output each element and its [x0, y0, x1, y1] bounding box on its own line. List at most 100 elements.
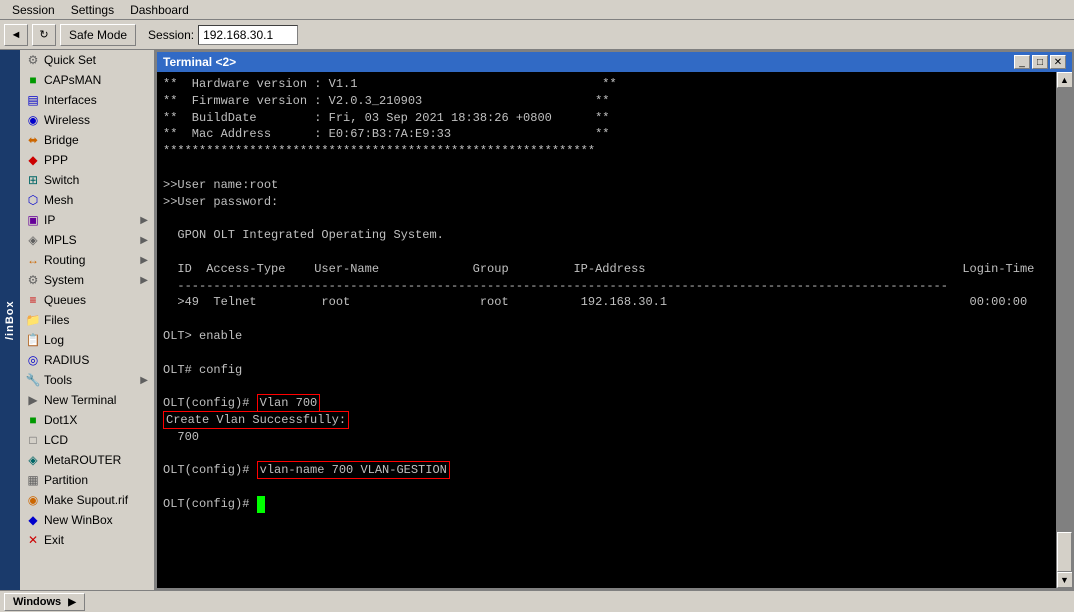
- scroll-thumb[interactable]: [1057, 532, 1072, 572]
- scroll-track[interactable]: [1057, 88, 1072, 572]
- terminal-scrollbar: ▲ ▼: [1056, 72, 1072, 588]
- sidebar-item-ip[interactable]: ▣ IP ▶: [20, 210, 154, 230]
- session-input[interactable]: [198, 25, 298, 45]
- sidebar-item-queues[interactable]: ≡ Queues: [20, 290, 154, 310]
- ip-arrow: ▶: [140, 215, 148, 226]
- make-supout-icon: ◉: [26, 493, 40, 507]
- sidebar-label: Tools: [44, 373, 72, 387]
- windows-button[interactable]: Windows ▶: [4, 593, 85, 611]
- sidebar-item-switch[interactable]: ⊞ Switch: [20, 170, 154, 190]
- sidebar-item-make-supout[interactable]: ◉ Make Supout.rif: [20, 490, 154, 510]
- terminal-line-3: ** BuildDate : Fri, 03 Sep 2021 18:38:26…: [163, 111, 609, 125]
- ppp-icon: ◆: [26, 153, 40, 167]
- sidebar-label: New Terminal: [44, 393, 116, 407]
- terminal-close-btn[interactable]: ✕: [1050, 55, 1066, 69]
- sidebar-label: CAPsMAN: [44, 73, 101, 87]
- sidebar-label: System: [44, 273, 84, 287]
- routing-icon: ↔: [26, 253, 40, 267]
- terminal-line-16: 700: [163, 430, 199, 444]
- terminal-line-15: Create Vlan Successfully:: [163, 411, 349, 429]
- terminal-maximize-btn[interactable]: □: [1032, 55, 1048, 69]
- sidebar: ⚙ Quick Set ■ CAPsMAN ▤ Interfaces ◉ Wir…: [20, 50, 155, 590]
- toolbar-back-btn[interactable]: ◄: [4, 24, 28, 46]
- scroll-up-arrow[interactable]: ▲: [1057, 72, 1073, 88]
- menu-dashboard[interactable]: Dashboard: [122, 1, 197, 19]
- terminal-line-9: ID Access-Type User-Name Group IP-Addres…: [163, 262, 1034, 276]
- sidebar-item-capsman[interactable]: ■ CAPsMAN: [20, 70, 154, 90]
- tools-icon: 🔧: [26, 373, 40, 387]
- sidebar-item-new-terminal[interactable]: ▶ New Terminal: [20, 390, 154, 410]
- mpls-icon: ◈: [26, 233, 40, 247]
- ip-icon: ▣: [26, 213, 40, 227]
- terminal-highlight-vlanname: vlan-name 700 VLAN-GESTION: [257, 461, 450, 479]
- terminal-line-1: ** Hardware version : V1.1 **: [163, 77, 617, 91]
- sidebar-item-metarouter[interactable]: ◈ MetaROUTER: [20, 450, 154, 470]
- terminal-titlebar: Terminal <2> _ □ ✕: [157, 52, 1072, 72]
- sidebar-item-log[interactable]: 📋 Log: [20, 330, 154, 350]
- sidebar-item-system[interactable]: ⚙ System ▶: [20, 270, 154, 290]
- terminal-line-18: OLT(config)#: [163, 497, 265, 511]
- sidebar-label: Routing: [44, 253, 85, 267]
- sidebar-label: New WinBox: [44, 513, 113, 527]
- sidebar-item-radius[interactable]: ◎ RADIUS: [20, 350, 154, 370]
- sidebar-label: Mesh: [44, 193, 73, 207]
- sidebar-item-mpls[interactable]: ◈ MPLS ▶: [20, 230, 154, 250]
- sidebar-item-lcd[interactable]: □ LCD: [20, 430, 154, 450]
- system-arrow: ▶: [140, 275, 148, 286]
- sidebar-item-wireless[interactable]: ◉ Wireless: [20, 110, 154, 130]
- exit-icon: ✕: [26, 533, 40, 547]
- sidebar-item-new-winbox[interactable]: ◆ New WinBox: [20, 510, 154, 530]
- session-label: Session:: [148, 28, 194, 42]
- capsman-icon: ■: [26, 73, 40, 87]
- terminal-minimize-btn[interactable]: _: [1014, 55, 1030, 69]
- main-layout: /inBox ⚙ Quick Set ■ CAPsMAN ▤ Interface…: [0, 50, 1074, 590]
- interfaces-icon: ▤: [26, 93, 40, 107]
- toolbar-refresh-btn[interactable]: ↻: [32, 24, 56, 46]
- system-icon: ⚙: [26, 273, 40, 287]
- sidebar-label: Bridge: [44, 133, 79, 147]
- terminal-cursor: [257, 496, 265, 513]
- sidebar-item-tools[interactable]: 🔧 Tools ▶: [20, 370, 154, 390]
- sidebar-label: RADIUS: [44, 353, 89, 367]
- sidebar-item-quick-set[interactable]: ⚙ Quick Set: [20, 50, 154, 70]
- sidebar-label: Switch: [44, 173, 79, 187]
- new-terminal-icon: ▶: [26, 393, 40, 407]
- queues-icon: ≡: [26, 293, 40, 307]
- terminal-body[interactable]: ** Hardware version : V1.1 ** ** Firmwar…: [157, 72, 1056, 588]
- partition-icon: ▦: [26, 473, 40, 487]
- sidebar-item-partition[interactable]: ▦ Partition: [20, 470, 154, 490]
- bridge-icon: ⬌: [26, 133, 40, 147]
- mpls-arrow: ▶: [140, 235, 148, 246]
- menu-settings[interactable]: Settings: [63, 1, 122, 19]
- quick-set-icon: ⚙: [26, 53, 40, 67]
- terminal-line-7: >>User password:: [163, 195, 278, 209]
- terminal-line-12: OLT> enable: [163, 329, 242, 343]
- terminal-highlight-vlan: Vlan 700: [257, 394, 321, 412]
- terminal-line-6: >>User name:root: [163, 178, 278, 192]
- terminal-line-8: GPON OLT Integrated Operating System.: [163, 228, 444, 242]
- sidebar-item-dot1x[interactable]: ■ Dot1X: [20, 410, 154, 430]
- sidebar-item-interfaces[interactable]: ▤ Interfaces: [20, 90, 154, 110]
- sidebar-label: Files: [44, 313, 69, 327]
- safe-mode-button[interactable]: Safe Mode: [60, 24, 136, 46]
- windows-arrow: ▶: [68, 597, 76, 608]
- sidebar-label: Dot1X: [44, 413, 77, 427]
- menu-session[interactable]: Session: [4, 1, 63, 19]
- tools-arrow: ▶: [140, 375, 148, 386]
- terminal-line-17: OLT(config)# vlan-name 700 VLAN-GESTION: [163, 461, 450, 479]
- sidebar-item-mesh[interactable]: ⬡ Mesh: [20, 190, 154, 210]
- metarouter-icon: ◈: [26, 453, 40, 467]
- sidebar-item-bridge[interactable]: ⬌ Bridge: [20, 130, 154, 150]
- lcd-icon: □: [26, 433, 40, 447]
- scroll-down-arrow[interactable]: ▼: [1057, 572, 1073, 588]
- sidebar-item-ppp[interactable]: ◆ PPP: [20, 150, 154, 170]
- sidebar-label: Wireless: [44, 113, 90, 127]
- mesh-icon: ⬡: [26, 193, 40, 207]
- sidebar-item-routing[interactable]: ↔ Routing ▶: [20, 250, 154, 270]
- sidebar-label: Make Supout.rif: [44, 493, 128, 507]
- wireless-icon: ◉: [26, 113, 40, 127]
- sidebar-item-exit[interactable]: ✕ Exit: [20, 530, 154, 550]
- terminal-line-5: ****************************************…: [163, 144, 595, 158]
- sidebar-item-files[interactable]: 📁 Files: [20, 310, 154, 330]
- content-area: Terminal <2> _ □ ✕ ** Hardware version :…: [155, 50, 1074, 590]
